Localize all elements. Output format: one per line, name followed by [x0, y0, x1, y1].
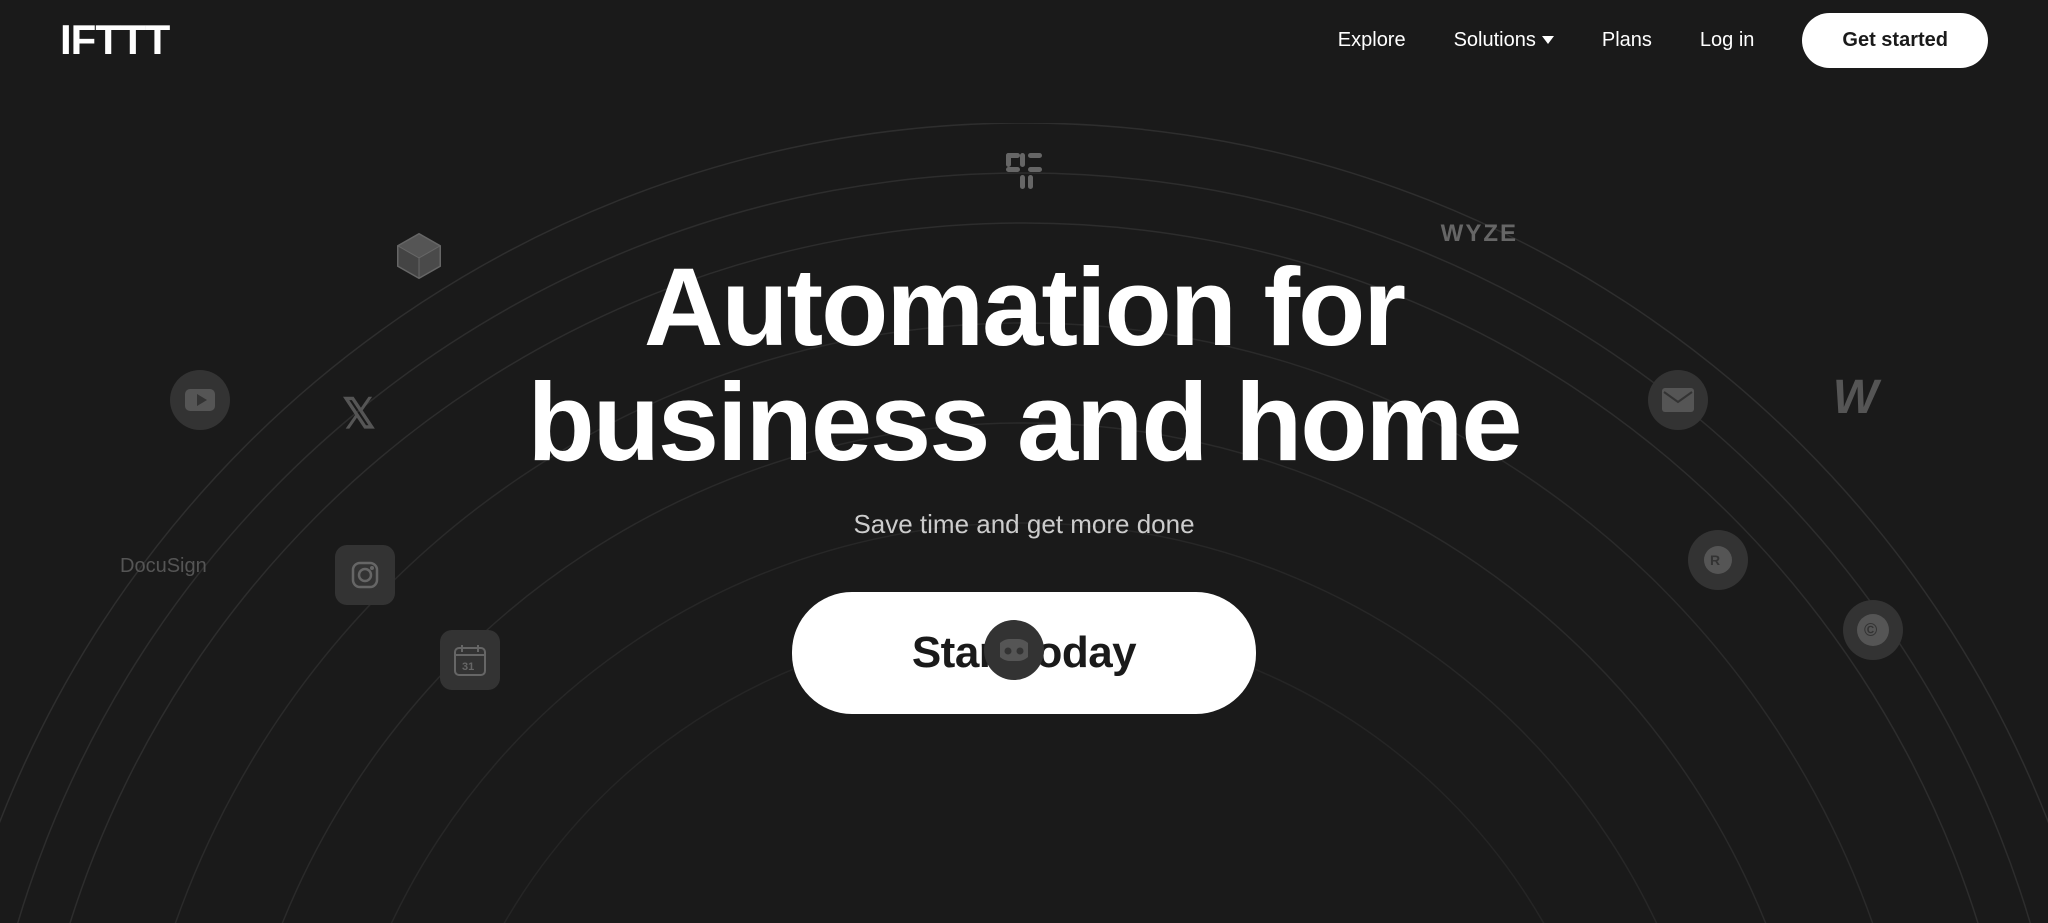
- instagram-icon: [335, 545, 395, 605]
- slack-icon: [998, 145, 1050, 197]
- twitter-x-icon: 𝕏: [340, 390, 384, 434]
- webflow-icon: W: [1833, 370, 1878, 425]
- svg-text:©: ©: [1864, 620, 1877, 640]
- hero-section: Automation for business and home Save ti…: [0, 0, 2048, 923]
- svg-text:31: 31: [462, 661, 474, 673]
- nav-solutions[interactable]: Solutions: [1454, 29, 1554, 52]
- gmail-icon: [1648, 370, 1708, 430]
- chevron-down-icon: [1542, 36, 1554, 44]
- wyze-icon: WYZE: [1441, 220, 1518, 248]
- hero-title: Automation for business and home: [528, 250, 1521, 481]
- logo[interactable]: IFTTT: [60, 16, 169, 64]
- robokiller-icon: R: [1688, 530, 1748, 590]
- nav-plans[interactable]: Plans: [1602, 29, 1652, 52]
- nav-links: Explore Solutions Plans Log in Get start…: [1338, 13, 1988, 68]
- hero-subtitle: Save time and get more done: [853, 509, 1194, 540]
- get-started-button[interactable]: Get started: [1802, 13, 1988, 68]
- nav-explore[interactable]: Explore: [1338, 29, 1406, 52]
- svg-text:R: R: [1710, 552, 1720, 568]
- youtube-icon: [170, 370, 230, 430]
- calendar-icon: 31: [440, 630, 500, 690]
- coinbase-icon: ©: [1843, 600, 1903, 660]
- nav-login[interactable]: Log in: [1700, 29, 1755, 52]
- discord-icon: [984, 620, 1044, 680]
- blockstack-icon: [390, 230, 448, 282]
- svg-text:𝕏: 𝕏: [342, 390, 376, 434]
- docusign-icon: DocuSign: [120, 555, 207, 578]
- navbar: IFTTT Explore Solutions Plans Log in Get…: [0, 0, 2048, 80]
